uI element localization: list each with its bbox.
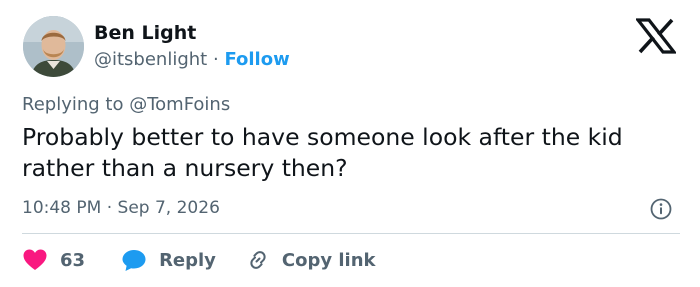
- link-icon: [250, 251, 266, 269]
- copy-link-button[interactable]: Copy link: [246, 248, 376, 272]
- reply-button[interactable]: Reply: [121, 248, 216, 272]
- reply-bubble-icon: [122, 250, 146, 271]
- avatar-image: [23, 16, 84, 77]
- action-bar: 63 Reply Copy link: [22, 246, 376, 274]
- reply-label: Reply: [159, 249, 216, 271]
- meta-separator: ·: [106, 198, 113, 218]
- author-handle[interactable]: @itsbenlight: [94, 49, 207, 70]
- reply-mention[interactable]: @TomFoins: [129, 94, 230, 115]
- like-button[interactable]: 63: [22, 248, 85, 272]
- author-name[interactable]: Ben Light: [94, 22, 196, 44]
- tweet-timestamp[interactable]: 10:48 PM · Sep 7, 2026: [22, 198, 220, 218]
- reply-prefix: Replying to: [22, 94, 124, 115]
- like-count: 63: [60, 249, 86, 271]
- divider: [22, 233, 680, 234]
- avatar[interactable]: [23, 16, 84, 77]
- info-icon[interactable]: [650, 198, 672, 220]
- tweet-text: Probably better to have someone look aft…: [22, 123, 623, 182]
- follow-button[interactable]: Follow: [224, 49, 289, 70]
- reply-context: Replying to @TomFoins: [22, 94, 230, 115]
- copy-link-label: Copy link: [281, 249, 376, 271]
- x-logo-icon[interactable]: [634, 18, 678, 54]
- heart-icon: [23, 249, 47, 270]
- tweet-time: 10:48 PM: [22, 198, 102, 218]
- tweet-date: Sep 7, 2026: [117, 198, 220, 218]
- handle-separator: ·: [212, 49, 219, 70]
- author-handle-row: @itsbenlight · Follow: [94, 49, 290, 70]
